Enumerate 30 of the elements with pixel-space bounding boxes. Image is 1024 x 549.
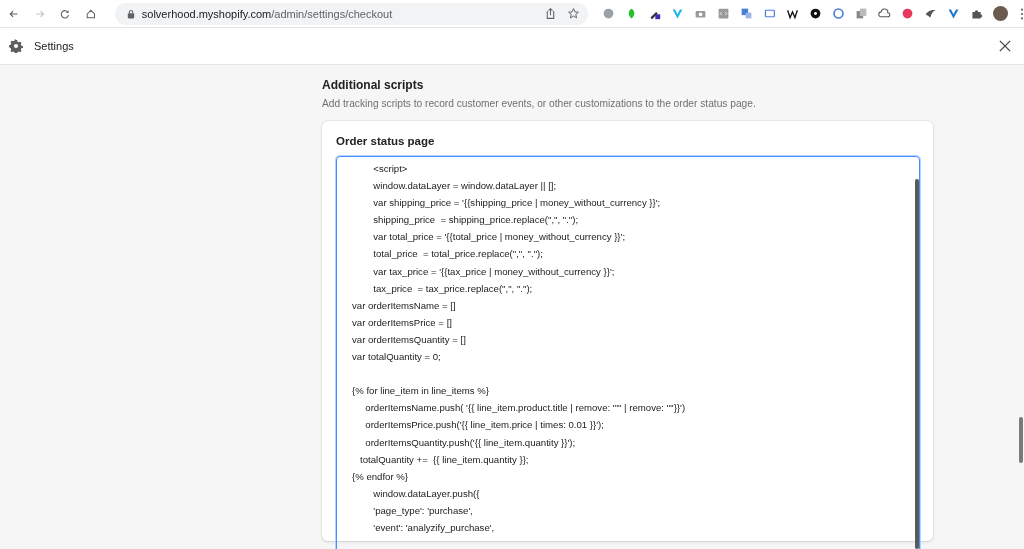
w-mark-icon[interactable] [786, 7, 800, 20]
code-icon[interactable] [717, 7, 731, 20]
circle-icon[interactable] [602, 7, 616, 20]
lock-icon [126, 8, 135, 19]
header-title: Settings [34, 40, 74, 52]
v-mark-icon[interactable] [671, 7, 685, 20]
settings-icon [9, 39, 23, 53]
scrollbar-thumb[interactable] [915, 179, 919, 549]
page-scrollbar-thumb[interactable] [1019, 417, 1023, 463]
address-bar[interactable]: solverhood.myshopify.com/admin/settings/checkout [114, 2, 589, 25]
ring-icon[interactable] [832, 7, 846, 20]
dot-icon[interactable] [809, 7, 823, 20]
home-icon[interactable] [85, 7, 97, 20]
bird-icon[interactable] [924, 7, 938, 20]
section-description: Add tracking scripts to record customer events, or other customizations to the order status page. [322, 98, 757, 109]
close-icon[interactable] [999, 40, 1011, 52]
v-mark-icon[interactable] [947, 7, 961, 20]
card-title: Order status page [336, 135, 436, 147]
translate-icon[interactable] [740, 7, 754, 20]
copy-icon[interactable] [855, 7, 869, 20]
more-icon[interactable] [1020, 7, 1024, 20]
reload-icon[interactable] [59, 7, 72, 20]
script-field[interactable]: <script> window.dataLayer = window.dataLayer || []; var shipping_price = '{{shipping_price | money_without_currency }}'; shipping_price = shipping_price.replace(",", "."); var total_price = '{{total_price | money_without_currency }}'; total_price = total_price.replace(",", "."); var tax_price = '{{tax_price | money_without_currency }}'; tax_price = tax_price.replace(",", "."); var orderItemsName = [] var orderItemsPrice = [] var orderItemsQuantity = [] var totalQuantity = 0; {% for line_item in line_items %} orderItemsName.push( '{{ line_item.product.title | remove: "'" | remove: '"'}}') orderItemsPrice.push('{{ line_item.price | times: 0.01 }}'); orderItemsQuantity.push('{{ line_item.quantity }}'); totalQuantity += {{ line_item.quantity }}; {% endfor %} window.dataLayer.push({ 'page_type': 'purchase', 'event': 'analyzify_purchase', [336, 156, 920, 549]
section-title: Additional scripts [322, 78, 425, 92]
avatar-icon[interactable] [993, 6, 1009, 21]
star-icon[interactable] [567, 7, 581, 20]
circle-icon[interactable] [901, 7, 915, 20]
puzzle-icon[interactable] [970, 7, 984, 20]
tag-icon[interactable] [763, 7, 777, 20]
cloud-icon[interactable] [878, 7, 892, 20]
